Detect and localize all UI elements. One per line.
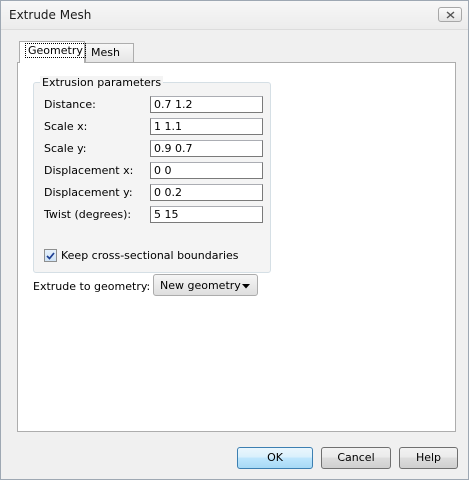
keep-boundaries-label: Keep cross-sectional boundaries	[61, 249, 239, 262]
keep-boundaries-checkbox[interactable]	[44, 249, 57, 262]
chevron-down-icon	[242, 284, 250, 289]
displacement-y-label: Displacement y:	[44, 186, 133, 199]
tab-geometry-label: Geometry	[25, 43, 86, 58]
distance-row: Distance: 0.7 1.2	[34, 96, 270, 113]
extrusion-parameters-legend: Extrusion parameters	[40, 76, 164, 89]
scale-y-label: Scale y:	[44, 142, 87, 155]
displacement-x-row: Displacement x: 0 0	[34, 162, 270, 179]
extrusion-parameters-group: Extrusion parameters Distance: 0.7 1.2 S…	[33, 76, 271, 273]
displacement-y-input[interactable]: 0 0.2	[150, 184, 263, 201]
title-bar[interactable]: Extrude Mesh	[1, 1, 468, 30]
scale-x-label: Scale x:	[44, 120, 88, 133]
scale-y-row: Scale y: 0.9 0.7	[34, 140, 270, 157]
twist-input[interactable]: 5 15	[150, 206, 263, 223]
extrude-mesh-dialog: Extrude Mesh Geometry Mesh Extrusion par…	[0, 0, 469, 480]
checkmark-icon	[46, 251, 55, 260]
extrude-to-geometry-label: Extrude to geometry:	[33, 280, 151, 293]
scale-x-row: Scale x: 1 1.1	[34, 118, 270, 135]
close-icon	[446, 10, 454, 19]
extrude-to-geometry-value: New geometry	[160, 279, 241, 292]
geometry-tab-panel: Extrusion parameters Distance: 0.7 1.2 S…	[17, 62, 456, 432]
tab-mesh-label: Mesh	[91, 46, 120, 59]
displacement-x-input[interactable]: 0 0	[150, 162, 263, 179]
ok-button[interactable]: OK	[237, 447, 313, 469]
extrude-to-geometry-dropdown[interactable]: New geometry	[153, 274, 258, 296]
distance-input[interactable]: 0.7 1.2	[150, 96, 263, 113]
distance-label: Distance:	[44, 98, 96, 111]
tab-geometry[interactable]: Geometry	[19, 41, 86, 63]
displacement-y-row: Displacement y: 0 0.2	[34, 184, 270, 201]
help-button[interactable]: Help	[399, 447, 458, 469]
tab-mesh[interactable]: Mesh	[85, 43, 134, 62]
displacement-x-label: Displacement x:	[44, 164, 134, 177]
close-button[interactable]	[438, 7, 462, 22]
scale-y-input[interactable]: 0.9 0.7	[150, 140, 263, 157]
twist-row: Twist (degrees): 5 15	[34, 206, 270, 223]
cancel-button[interactable]: Cancel	[321, 447, 391, 469]
window-title: Extrude Mesh	[9, 8, 92, 22]
scale-x-input[interactable]: 1 1.1	[150, 118, 263, 135]
twist-label: Twist (degrees):	[44, 208, 132, 221]
